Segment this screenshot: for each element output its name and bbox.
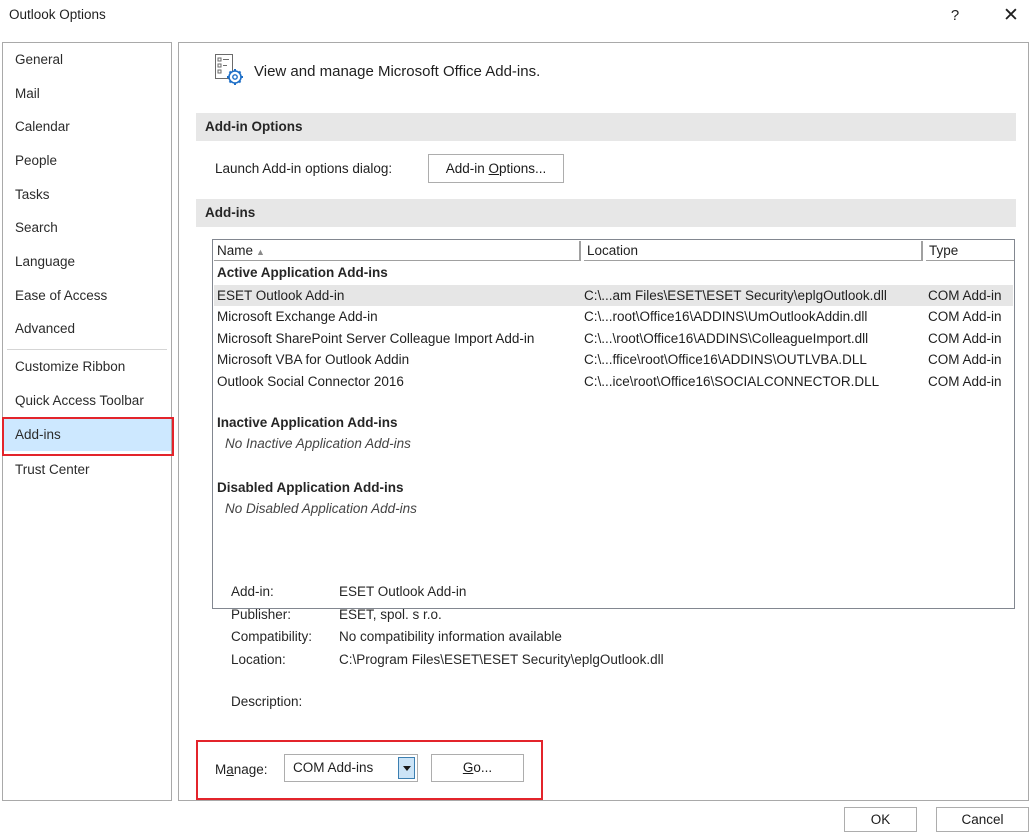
detail-publisher-value: ESET, spol. s r.o. bbox=[339, 607, 442, 622]
annotation-highlight-manage bbox=[196, 740, 543, 800]
close-button[interactable]: ✕ bbox=[998, 4, 1024, 28]
detail-location-value: C:\Program Files\ESET\ESET Security\eplg… bbox=[339, 652, 664, 667]
addin-type: COM Add-in bbox=[928, 309, 1002, 324]
addin-type: COM Add-in bbox=[928, 352, 1002, 367]
annotation-highlight-add-ins bbox=[2, 417, 174, 456]
window-title: Outlook Options bbox=[9, 7, 106, 22]
table-row[interactable]: ESET Outlook Add-in C:\...am Files\ESET\… bbox=[214, 285, 1013, 306]
detail-publisher-label: Publisher: bbox=[231, 607, 292, 622]
table-row[interactable]: Microsoft Exchange Add-in C:\...root\Off… bbox=[214, 306, 1013, 327]
title-bar: Outlook Options ? ✕ bbox=[0, 0, 1035, 32]
addin-location: C:\...\root\Office16\ADDINS\ColleagueImp… bbox=[584, 331, 869, 346]
addin-location: C:\...root\Office16\ADDINS\UmOutlookAddi… bbox=[584, 309, 868, 324]
addin-name: Microsoft Exchange Add-in bbox=[217, 309, 378, 324]
addin-settings-icon bbox=[214, 53, 244, 87]
column-header-type[interactable]: Type bbox=[926, 241, 1014, 261]
nav-item-language[interactable]: Language bbox=[3, 245, 171, 278]
inactive-empty-text: No Inactive Application Add-ins bbox=[225, 436, 411, 451]
addin-type: COM Add-in bbox=[928, 331, 1002, 346]
detail-compatibility-value: No compatibility information available bbox=[339, 629, 562, 644]
section-add-ins: Add-ins bbox=[196, 199, 1016, 227]
nav-item-customize-ribbon[interactable]: Customize Ribbon bbox=[3, 350, 171, 383]
addin-type: COM Add-in bbox=[928, 288, 1002, 303]
help-button[interactable]: ? bbox=[943, 4, 967, 28]
nav-item-search[interactable]: Search bbox=[3, 211, 171, 244]
detail-addin-label: Add-in: bbox=[231, 584, 274, 599]
add-in-options-button[interactable]: Add-in Options... bbox=[428, 154, 564, 183]
addin-location: C:\...ffice\root\Office16\ADDINS\OUTLVBA… bbox=[584, 352, 867, 367]
table-row[interactable]: Microsoft VBA for Outlook Addin C:\...ff… bbox=[214, 349, 1013, 370]
nav-item-calendar[interactable]: Calendar bbox=[3, 110, 171, 143]
disabled-empty-text: No Disabled Application Add-ins bbox=[225, 501, 417, 516]
detail-compatibility-label: Compatibility: bbox=[231, 629, 313, 644]
table-row[interactable]: Outlook Social Connector 2016 C:\...ice\… bbox=[214, 371, 1013, 392]
group-title-inactive: Inactive Application Add-ins bbox=[217, 415, 398, 430]
addin-name: Microsoft VBA for Outlook Addin bbox=[217, 352, 410, 367]
addin-location: C:\...am Files\ESET\ESET Security\eplgOu… bbox=[584, 288, 887, 303]
nav-item-people[interactable]: People bbox=[3, 144, 171, 177]
detail-addin-value: ESET Outlook Add-in bbox=[339, 584, 467, 599]
ok-button[interactable]: OK bbox=[844, 807, 917, 832]
cancel-button[interactable]: Cancel bbox=[936, 807, 1029, 832]
column-header-location[interactable]: Location bbox=[584, 241, 923, 261]
column-header-name[interactable]: Name ▲ bbox=[214, 241, 581, 261]
addin-name: Outlook Social Connector 2016 bbox=[217, 374, 404, 389]
nav-item-tasks[interactable]: Tasks bbox=[3, 178, 171, 211]
nav-item-mail[interactable]: Mail bbox=[3, 77, 171, 110]
nav-item-general[interactable]: General bbox=[3, 43, 171, 76]
addin-name: Microsoft SharePoint Server Colleague Im… bbox=[217, 331, 535, 346]
nav-item-quick-access-toolbar[interactable]: Quick Access Toolbar bbox=[3, 384, 171, 417]
launch-dialog-label: Launch Add-in options dialog: bbox=[215, 161, 393, 176]
detail-description-label: Description: bbox=[231, 694, 303, 709]
nav-item-advanced[interactable]: Advanced bbox=[3, 312, 171, 345]
section-add-in-options: Add-in Options bbox=[196, 113, 1016, 141]
page-title: View and manage Microsoft Office Add-ins… bbox=[254, 63, 541, 80]
addin-type: COM Add-in bbox=[928, 374, 1002, 389]
detail-location-label: Location: bbox=[231, 652, 286, 667]
addin-name: ESET Outlook Add-in bbox=[217, 288, 345, 303]
group-title-active: Active Application Add-ins bbox=[217, 265, 388, 280]
add-ins-list[interactable]: Name ▲ Location Type Active Application A… bbox=[212, 239, 1015, 609]
addin-location: C:\...ice\root\Office16\SOCIALCONNECTOR.… bbox=[584, 374, 880, 389]
sort-ascending-icon: ▲ bbox=[256, 247, 265, 257]
group-title-disabled: Disabled Application Add-ins bbox=[217, 480, 404, 495]
nav-item-ease-of-access[interactable]: Ease of Access bbox=[3, 279, 171, 312]
add-ins-panel: View and manage Microsoft Office Add-ins… bbox=[178, 42, 1029, 801]
table-row[interactable]: Microsoft SharePoint Server Colleague Im… bbox=[214, 328, 1013, 349]
nav-item-trust-center[interactable]: Trust Center bbox=[3, 453, 171, 486]
